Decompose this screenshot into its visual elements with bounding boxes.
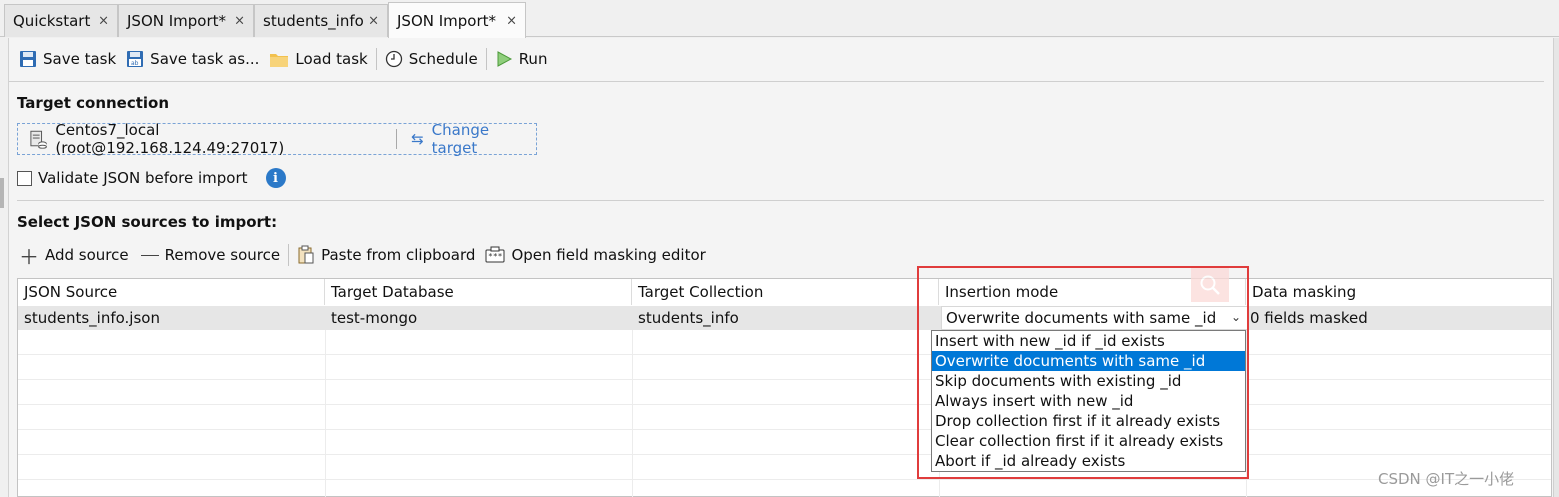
column-header-target-collection[interactable]: Target Collection	[632, 279, 939, 305]
sources-table: JSON Source Target Database Target Colle…	[17, 278, 1552, 497]
row-divider	[18, 479, 1551, 480]
dropdown-option[interactable]: Clear collection first if it already exi…	[932, 431, 1245, 451]
change-target-link[interactable]: Change target	[432, 121, 536, 157]
dropdown-option[interactable]: Abort if _id already exists	[932, 451, 1245, 471]
masking-icon: ***	[485, 246, 505, 263]
run-button[interactable]: Run	[495, 46, 548, 72]
column-header-data-masking[interactable]: Data masking	[1246, 279, 1551, 305]
row-divider	[18, 454, 1551, 455]
divider	[396, 129, 398, 149]
column-divider	[632, 330, 633, 497]
play-icon	[497, 51, 512, 67]
run-label: Run	[518, 50, 548, 68]
dropdown-option-selected[interactable]: Overwrite documents with same _id	[932, 351, 1245, 371]
validate-json-label[interactable]: Validate JSON before import	[38, 169, 248, 187]
floppy-icon	[20, 51, 36, 67]
tab-label: JSON Import*	[397, 11, 497, 30]
column-divider	[325, 330, 326, 497]
paste-clipboard-button[interactable]: Paste from clipboard	[297, 242, 475, 268]
tab-label: Quickstart	[13, 12, 91, 30]
row-divider	[18, 404, 1551, 405]
paste-clipboard-label: Paste from clipboard	[321, 246, 476, 264]
tab-json-import-active[interactable]: JSON Import* ×	[388, 2, 526, 38]
minus-icon	[140, 254, 159, 256]
tab-quickstart[interactable]: Quickstart ×	[4, 4, 118, 37]
save-task-as-label: Save task as...	[150, 50, 260, 68]
toolbar-divider	[375, 48, 377, 70]
cell-target-database[interactable]: test-mongo	[325, 306, 632, 330]
target-connection-box: Centos7_local (root@192.168.124.49:27017…	[17, 121, 537, 157]
toolbar-divider	[288, 244, 290, 266]
chevron-down-icon[interactable]: ⌄	[1231, 310, 1241, 324]
magnifier-overlay	[1191, 268, 1229, 302]
save-task-label: Save task	[43, 50, 117, 68]
tab-label: JSON Import*	[127, 12, 227, 30]
remove-source-label: Remove source	[164, 246, 281, 264]
sources-toolbar: ＋ Add source Remove source Paste from cl…	[19, 242, 706, 269]
tab-students-info[interactable]: students_info ×	[254, 4, 388, 37]
close-icon[interactable]: ×	[368, 14, 379, 29]
column-header-json-source[interactable]: JSON Source	[18, 279, 325, 305]
clipboard-icon	[298, 245, 314, 264]
validate-json-checkbox[interactable]	[17, 170, 32, 186]
cell-target-collection[interactable]: students_info	[632, 306, 939, 330]
schedule-button[interactable]: Schedule	[385, 46, 478, 72]
column-divider	[1246, 330, 1247, 497]
collapse-handle[interactable]	[0, 178, 4, 208]
close-icon[interactable]: ×	[98, 14, 109, 29]
folder-icon	[270, 54, 289, 67]
target-connection-heading: Target connection	[17, 94, 170, 112]
import-panel: Save task ab Save task as... Load task S…	[8, 38, 1559, 497]
insertion-mode-dropdown: Insert with new _id if _id exists Overwr…	[931, 330, 1246, 472]
select-sources-heading: Select JSON sources to import:	[17, 213, 278, 231]
schedule-label: Schedule	[408, 50, 478, 68]
scrollbar[interactable]	[1553, 38, 1559, 497]
dropdown-option[interactable]: Skip documents with existing _id	[932, 371, 1245, 391]
dropdown-option[interactable]: Insert with new _id if _id exists	[932, 331, 1245, 351]
validate-json-row: Validate JSON before import i	[17, 168, 286, 188]
tab-bar: Quickstart × JSON Import* × students_inf…	[0, 0, 1559, 38]
field-masking-editor-label: Open field masking editor	[511, 246, 706, 264]
field-masking-editor-button[interactable]: *** Open field masking editor	[485, 242, 706, 268]
database-server-icon	[30, 130, 47, 149]
row-divider	[18, 354, 1551, 355]
insertion-mode-select[interactable]: Overwrite documents with same _id ⌄	[941, 306, 1248, 330]
remove-source-button[interactable]: Remove source	[140, 242, 281, 268]
column-header-target-database[interactable]: Target Database	[325, 279, 632, 305]
dropdown-option[interactable]: Always insert with new _id	[932, 391, 1245, 411]
add-source-label: Add source	[45, 246, 129, 264]
watermark: CSDN @IT之一小佬	[1378, 470, 1515, 488]
cell-data-masking[interactable]: 0 fields masked	[1246, 306, 1551, 330]
divider	[9, 81, 1544, 82]
info-icon[interactable]: i	[265, 168, 286, 188]
plus-icon: ＋	[19, 244, 39, 269]
row-divider	[18, 429, 1551, 430]
close-icon[interactable]: ×	[234, 14, 245, 29]
svg-text:ab: ab	[131, 60, 139, 67]
task-toolbar: Save task ab Save task as... Load task S…	[19, 46, 547, 72]
search-icon	[1200, 275, 1220, 295]
save-as-icon: ab	[127, 51, 144, 67]
tab-json-import-1[interactable]: JSON Import* ×	[118, 4, 254, 37]
svg-text:***: ***	[488, 252, 503, 261]
save-task-as-button[interactable]: ab Save task as...	[126, 46, 259, 72]
load-task-button[interactable]: Load task	[269, 46, 368, 72]
swap-arrows-icon: ⇆	[411, 130, 424, 148]
clock-icon	[385, 50, 402, 68]
row-divider	[18, 379, 1551, 380]
divider	[17, 200, 1544, 201]
connection-name: Centos7_local (root@192.168.124.49:27017…	[55, 121, 285, 157]
add-source-button[interactable]: ＋ Add source	[19, 242, 129, 269]
tab-label: students_info	[263, 12, 364, 30]
dropdown-option[interactable]: Drop collection first if it already exis…	[932, 411, 1245, 431]
insertion-mode-value: Overwrite documents with same _id	[946, 309, 1217, 327]
cell-json-source[interactable]: students_info.json	[18, 306, 325, 330]
save-task-button[interactable]: Save task	[19, 46, 116, 72]
load-task-label: Load task	[295, 50, 368, 68]
close-icon[interactable]: ×	[506, 13, 517, 28]
toolbar-divider	[485, 48, 487, 70]
